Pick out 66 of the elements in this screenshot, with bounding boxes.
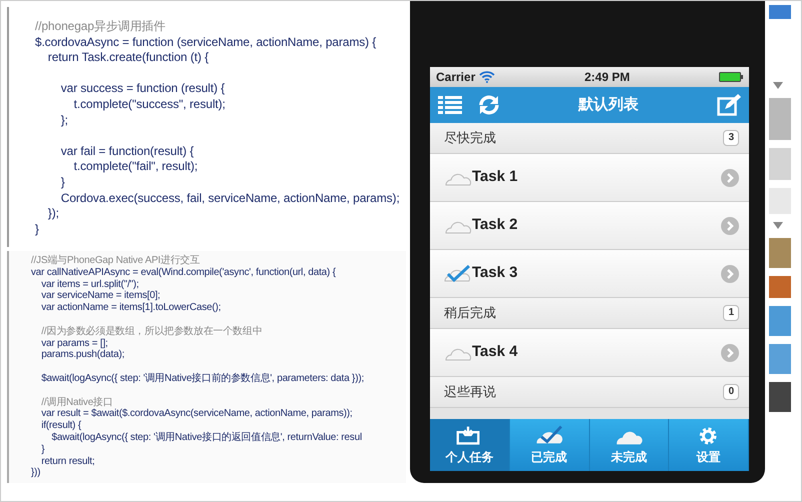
count-badge: 0	[723, 384, 739, 400]
refresh-icon[interactable]	[478, 94, 500, 116]
thumbnail-placeholder	[769, 98, 791, 140]
code-line: if(result) {	[40, 420, 82, 432]
code-line: var result = $await($.cordovaAsync(serviceName, actionName, params));	[40, 408, 354, 420]
task-row[interactable]: Task 4	[430, 329, 749, 377]
status-time: 2:49 PM	[584, 70, 630, 84]
code-line: return Task.create(function (t) {	[46, 50, 210, 66]
thumbnail-placeholder	[769, 276, 791, 298]
group-title: 迟些再说	[444, 383, 496, 402]
thumbnail-placeholder	[769, 306, 791, 336]
count-badge: 1	[723, 305, 739, 321]
task-row[interactable]: Task 1	[430, 154, 749, 202]
code-line: $.cordovaAsync = function (serviceName, actionName, params) {	[35, 34, 378, 50]
code-line: t.complete("fail", result);	[72, 159, 199, 175]
code-line: return result;	[40, 456, 96, 468]
thumbnail-placeholder	[769, 344, 791, 374]
code-comment: //JS端与PhoneGap Native API进行交互	[31, 255, 201, 267]
header-title: 默认列表	[578, 94, 638, 115]
code-comment: //phonegap异步调用插件	[35, 19, 166, 35]
list-icon[interactable]	[438, 95, 462, 115]
code-line: });	[46, 206, 60, 222]
code-line: Cordova.exec(success, fail, serviceName, actionName, params);	[60, 190, 401, 206]
task-title: Task 2	[472, 215, 518, 236]
group-title: 尽快完成	[444, 129, 496, 148]
chevron-right-icon	[721, 264, 739, 282]
code-line: }))	[31, 467, 42, 480]
code-line: var items = url.split("/");	[40, 278, 140, 290]
chevron-right-icon	[721, 344, 739, 362]
thumbnail-placeholder	[769, 148, 791, 180]
code-comment: //因为参数必须是数组，所以把参数放在一个数组中	[40, 326, 264, 338]
chevron-right-icon	[721, 168, 739, 186]
task-title: Task 4	[472, 342, 518, 362]
chevron-right-icon	[721, 216, 739, 234]
thumbnail-placeholder	[769, 238, 791, 268]
carrier-label: Carrier	[436, 70, 476, 84]
wifi-icon	[479, 71, 496, 83]
group-title: 稍后完成	[444, 304, 496, 322]
code-line: };	[60, 112, 70, 128]
code-comment: //调用Native接口	[40, 396, 114, 408]
task-title: Task 3	[472, 263, 518, 284]
cloud-check-icon	[535, 424, 564, 446]
code-line: $await(logAsync({ step: '调用Native接口的返回值信息', returnValue: resul	[50, 432, 363, 444]
scroll-down-icon	[773, 82, 783, 90]
code-line: var params = [];	[40, 338, 109, 350]
code-line: t.complete("success", result);	[72, 96, 226, 113]
task-title: Task 1	[472, 167, 518, 188]
scroll-down-icon	[773, 222, 783, 230]
code-line: }	[60, 174, 66, 191]
task-row[interactable]: Task 3	[430, 250, 749, 298]
code-line: var callNativeAPIAsync = eval(Wind.compile('async', function(url, data) {	[31, 266, 337, 279]
code-line: $await(logAsync({ step: '调用Native接口前的参数信息', parameters: data }));	[40, 372, 365, 385]
edit-icon[interactable]	[717, 94, 741, 116]
code-line: var fail = function(result) {	[60, 144, 195, 160]
code-line: var actionName = items[1].toLowerCase();	[40, 302, 222, 314]
thumbnail-placeholder	[769, 5, 791, 19]
code-line: params.push(data);	[40, 349, 126, 362]
count-badge: 3	[723, 130, 739, 146]
code-line: var serviceName = items[0];	[40, 290, 162, 302]
battery-icon	[719, 72, 743, 82]
task-row[interactable]: Task 2	[430, 202, 749, 250]
tab[interactable]: 个人任务	[430, 419, 510, 471]
thumbnail-placeholder	[769, 382, 791, 412]
code-line: }	[35, 222, 40, 238]
code-line: }	[40, 444, 46, 456]
code-line: var success = function (result) {	[60, 81, 226, 97]
